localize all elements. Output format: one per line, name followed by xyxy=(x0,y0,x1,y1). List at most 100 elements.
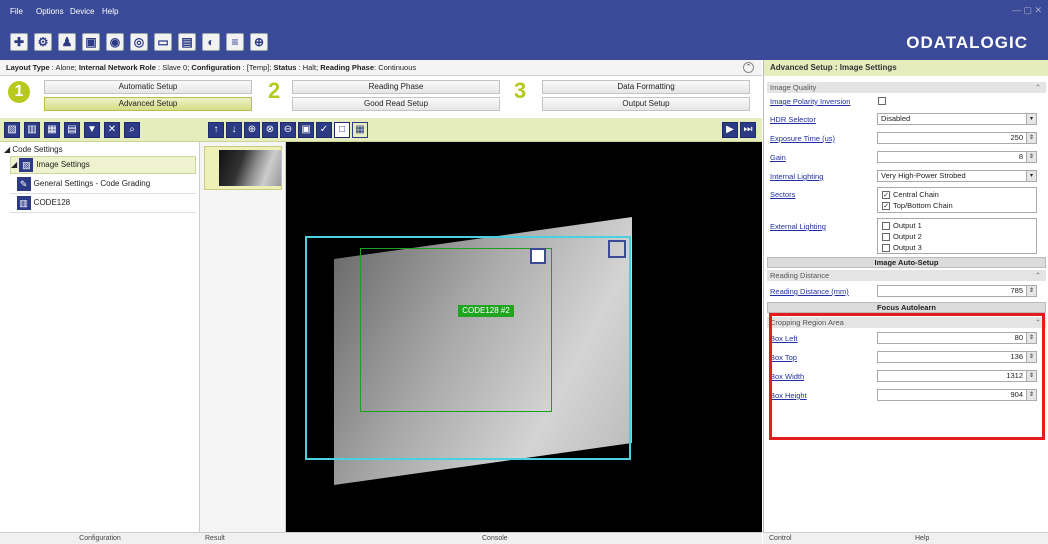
reading-distance-input[interactable]: 785 ⇕ xyxy=(877,285,1037,297)
lighting-value: Very High-Power Strobed xyxy=(881,171,966,180)
lighting-label[interactable]: Internal Lighting xyxy=(770,172,823,181)
menu-device[interactable]: Device xyxy=(70,7,94,16)
crosshair-icon[interactable]: ⊕ xyxy=(250,33,268,51)
hdr-select[interactable]: Disabled ▾ xyxy=(877,113,1037,125)
spinner-icon[interactable]: ⇕ xyxy=(1026,133,1036,143)
monitor-icon[interactable]: ▭ xyxy=(154,33,172,51)
hdr-label[interactable]: HDR Selector xyxy=(770,115,816,124)
barcode2-icon[interactable]: ▤ xyxy=(64,122,80,138)
right-tabs: Control Help xyxy=(763,532,1048,544)
data-formatting-button[interactable]: Data Formatting xyxy=(542,80,750,94)
menu-file[interactable]: File xyxy=(10,7,23,16)
code-icon[interactable]: ≡ xyxy=(226,33,244,51)
check-icon[interactable]: ✓ xyxy=(316,122,332,138)
collapse-icon[interactable]: ⌃ xyxy=(743,62,754,73)
step-forward-icon[interactable]: ⏭ xyxy=(740,122,756,138)
sectors-label[interactable]: Sectors xyxy=(770,190,795,199)
image-settings-icon[interactable]: ▨ xyxy=(4,122,20,138)
polarity-label[interactable]: Image Polarity Inversion xyxy=(770,97,850,106)
crop-icon[interactable]: □ xyxy=(334,122,350,138)
exposure-input[interactable]: 250 ⇕ xyxy=(877,132,1037,144)
chevron-down-icon: ▾ xyxy=(1026,114,1036,124)
tab-help[interactable]: Help xyxy=(915,533,929,544)
download-icon[interactable]: ↓ xyxy=(226,122,242,138)
gear-icon[interactable]: ⚙ xyxy=(34,33,52,51)
image-viewer[interactable]: CODE128 #2 xyxy=(286,142,762,532)
sector-label: Top/Bottom Chain xyxy=(893,201,953,210)
spinner-icon[interactable]: ⇕ xyxy=(1026,152,1036,162)
polarity-checkbox[interactable] xyxy=(878,97,886,105)
tree-item-general-settings[interactable]: ✎ General Settings - Code Grading xyxy=(10,176,196,194)
save-image-icon[interactable]: ▣ xyxy=(298,122,314,138)
spinner-icon[interactable]: ⇕ xyxy=(1026,286,1036,296)
sensor-icon[interactable]: ◐ xyxy=(202,33,220,51)
focus-autolearn-button[interactable]: Focus Autolearn xyxy=(767,302,1046,313)
bottom-tabs: Result Console xyxy=(200,532,762,544)
tree-item-label: Image Settings xyxy=(36,160,90,169)
layout-type-label: Layout Type xyxy=(6,63,50,72)
role-value: Slave 0 xyxy=(162,63,188,72)
reading-distance-label[interactable]: Reading Distance (mm) xyxy=(770,287,849,296)
tab-result[interactable]: Result xyxy=(205,533,225,544)
ext-lighting-label[interactable]: External Lighting xyxy=(770,222,826,231)
hdr-value: Disabled xyxy=(881,114,911,123)
image-auto-setup-button[interactable]: Image Auto-Setup xyxy=(767,257,1046,268)
camera2-icon[interactable]: ◎ xyxy=(130,33,148,51)
central-chain-checkbox[interactable]: ✓ xyxy=(882,191,890,200)
lighting-select[interactable]: Very High-Power Strobed ▾ xyxy=(877,170,1037,182)
crop-handle-icon[interactable] xyxy=(608,240,626,258)
play-icon[interactable]: ▶ xyxy=(722,122,738,138)
status-bar: Layout Type : Alone; Internal Network Ro… xyxy=(0,60,762,76)
tree-item-image-settings[interactable]: ◢ ▨ Image Settings xyxy=(10,156,196,174)
tab-configuration[interactable]: Configuration xyxy=(0,532,200,544)
gain-input[interactable]: 8 ⇕ xyxy=(877,151,1037,163)
zoom-in-icon[interactable]: ⊕ xyxy=(244,122,260,138)
section-reading-distance[interactable]: Reading Distance ⌃ xyxy=(767,270,1046,281)
menu-help[interactable]: Help xyxy=(102,7,118,16)
menu-options[interactable]: Options xyxy=(36,7,64,16)
zoom-out-icon[interactable]: ⊖ xyxy=(280,122,296,138)
reading-phase-button[interactable]: Reading Phase xyxy=(292,80,500,94)
zoom-fit-icon[interactable]: ⊗ xyxy=(262,122,278,138)
person-icon[interactable]: ♟ xyxy=(58,33,76,51)
image-thumbnail[interactable] xyxy=(204,146,282,190)
panel-title: Advanced Setup : Image Settings xyxy=(764,60,1048,76)
main-toolbar: ✚ ⚙ ♟ ▣ ◉ ◎ ▭ ▤ ◐ ≡ ⊕ ODATALOGIC xyxy=(0,24,1048,60)
wrench-icon: ✎ xyxy=(16,176,31,191)
window-controls[interactable]: — ▢ ✕ xyxy=(1012,5,1042,16)
output3-checkbox[interactable] xyxy=(882,244,890,253)
plus-icon[interactable]: ✚ xyxy=(10,33,28,51)
top-bottom-chain-checkbox[interactable]: ✓ xyxy=(882,202,890,211)
output-setup-button[interactable]: Output Setup xyxy=(542,97,750,111)
gain-label[interactable]: Gain xyxy=(770,153,786,162)
barcode-icon[interactable]: ▥ xyxy=(24,122,40,138)
search-code-icon[interactable]: ⌕ xyxy=(124,122,140,138)
tree-item-label: CODE128 xyxy=(33,198,71,207)
parameters-panel: Advanced Setup : Image Settings Image Qu… xyxy=(763,60,1048,532)
delete-icon[interactable]: ✕ xyxy=(104,122,120,138)
section-image-quality[interactable]: Image Quality ⌃ xyxy=(767,82,1046,93)
exposure-label[interactable]: Exposure Time (us) xyxy=(770,134,835,143)
tab-control[interactable]: Control xyxy=(769,533,792,544)
roi-box xyxy=(360,248,552,412)
thumbnail-strip xyxy=(200,142,286,532)
config-label: Configuration xyxy=(191,63,241,72)
good-read-setup-button[interactable]: Good Read Setup xyxy=(292,97,500,111)
grid-icon[interactable]: ▣ xyxy=(82,33,100,51)
reading-distance-value: 785 xyxy=(1010,286,1023,295)
decoded-code-label: CODE128 #2 xyxy=(458,305,514,317)
output1-checkbox[interactable] xyxy=(882,222,890,231)
grid-overlay-icon[interactable]: ▦ xyxy=(352,122,368,138)
tab-console[interactable]: Console xyxy=(482,533,508,544)
step-3-badge: 3 xyxy=(514,78,527,103)
qr-icon[interactable]: ▦ xyxy=(44,122,60,138)
automatic-setup-button[interactable]: Automatic Setup xyxy=(44,80,252,94)
tree-item-code128[interactable]: ▥ CODE128 xyxy=(10,195,196,213)
upload-icon[interactable]: ↑ xyxy=(208,122,224,138)
filter-icon[interactable]: ▼ xyxy=(84,122,100,138)
output2-checkbox[interactable] xyxy=(882,233,890,242)
camera-icon[interactable]: ◉ xyxy=(106,33,124,51)
advanced-setup-button[interactable]: Advanced Setup xyxy=(44,97,252,111)
tree-toolbar: ▨ ▥ ▦ ▤ ▼ ✕ ⌕ xyxy=(0,118,200,142)
window-icon[interactable]: ▤ xyxy=(178,33,196,51)
